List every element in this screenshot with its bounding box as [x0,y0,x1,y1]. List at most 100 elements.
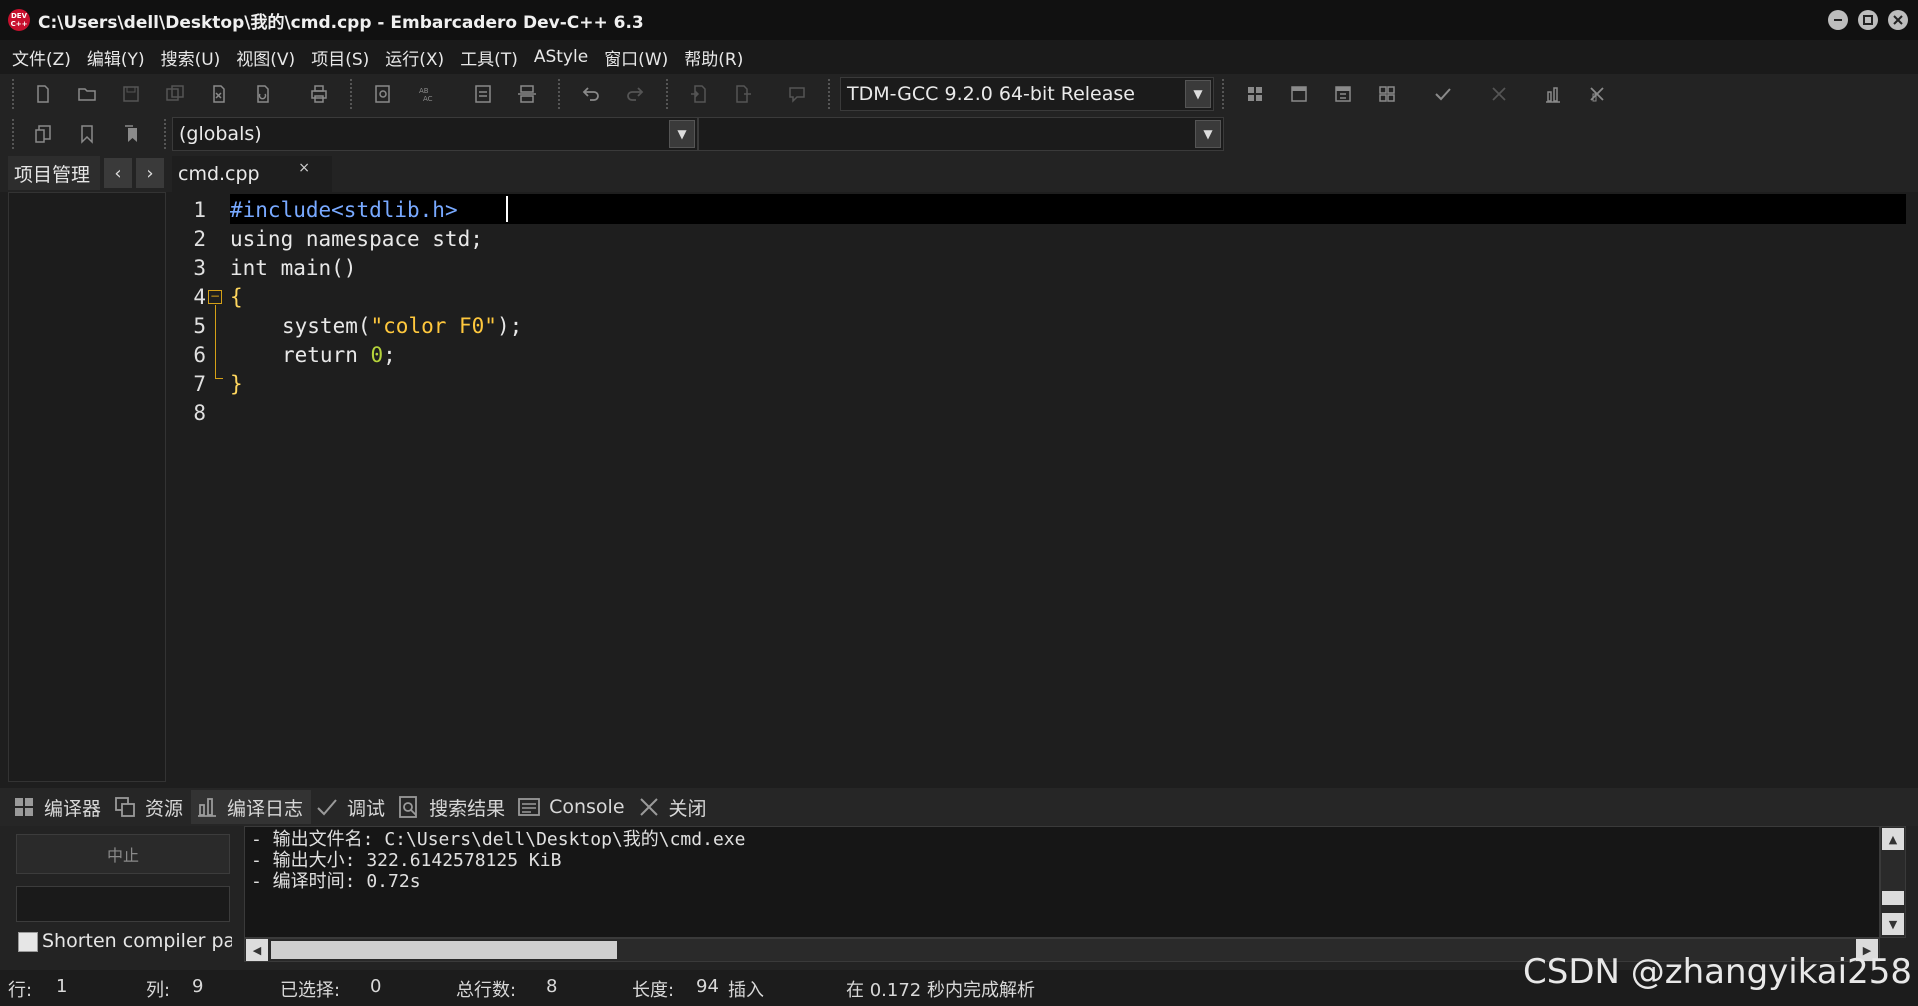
menu-help[interactable]: 帮助(R) [676,45,751,70]
shorten-paths-checkbox[interactable] [18,932,38,952]
tab-project-manager[interactable]: 项目管理 [8,156,100,190]
tab-compile-log[interactable]: 编译日志 [191,790,312,824]
close-file-button[interactable] [202,77,236,111]
menu-edit[interactable]: 编辑(Y) [79,45,153,70]
code-line-5: system("color F0"); [282,314,522,338]
save-button[interactable] [114,77,148,111]
scroll-down-icon[interactable]: ▼ [1882,913,1904,935]
new-file-button[interactable] [26,77,60,111]
compile-log-output[interactable]: - 输出文件名: C:\Users\dell\Desktop\我的\cmd.ex… [244,826,1880,938]
chevron-left-icon[interactable]: ‹ [104,158,132,188]
compile-run-button[interactable] [1326,77,1360,111]
code-line-7: } [230,372,243,396]
run-button[interactable] [1282,77,1316,111]
stop-compile-button[interactable]: 中止 [16,834,230,874]
indent-button[interactable] [466,77,500,111]
print-button[interactable] [302,77,336,111]
scroll-left-icon[interactable]: ◀ [246,939,268,961]
chevron-down-icon[interactable]: ▼ [669,120,695,148]
dev-cpp-logo-icon: DEV C++ [8,9,30,31]
scope-select-value: (globals) [179,123,262,145]
close-tab-icon[interactable]: × [298,160,310,176]
open-button[interactable] [70,77,104,111]
profile-button[interactable] [1536,77,1570,111]
menu-search[interactable]: 搜索(U) [153,45,229,70]
replace-button[interactable]: AB AC [410,77,444,111]
tab-compiler[interactable]: 编译器 [8,790,109,824]
scope-select[interactable]: (globals) ▼ [172,117,698,151]
menu-astyle[interactable]: AStyle [526,47,596,67]
status-parse-message: 在 0.172 秒内完成解析 [846,980,1035,1001]
toolbar-grip[interactable] [1222,79,1226,109]
fold-collapse-icon[interactable]: − [208,290,222,304]
toolbar-grip[interactable] [828,79,832,109]
tab-resources[interactable]: 资源 [109,790,191,824]
log-line: - 输出文件名: C:\Users\dell\Desktop\我的\cmd.ex… [251,829,746,850]
toolbar-grip[interactable] [164,119,168,149]
goto-button[interactable] [26,117,60,151]
code-editor[interactable]: 1 2 3 4 5 6 7 8 − #include<stdlib.h> usi… [172,192,1910,782]
punctuation-token: ; [383,343,396,367]
scroll-thumb[interactable] [271,941,617,959]
toolbar-grip[interactable] [558,79,562,109]
undo-button[interactable] [574,77,608,111]
tab-debug[interactable]: 调试 [311,790,393,824]
syntax-check-button[interactable] [1426,77,1460,111]
compiler-select[interactable]: TDM-GCC 9.2.0 64-bit Release ▼ [840,77,1214,111]
close-window-button[interactable] [1888,10,1908,30]
goto-bookmark-button[interactable] [114,117,148,151]
tab-close-panel[interactable]: 关闭 [633,790,715,824]
scroll-thumb[interactable] [1882,891,1904,905]
remove-from-project-button[interactable] [726,77,760,111]
code-line-4: { [230,285,243,309]
bookmark-icon [81,125,93,144]
comment-button[interactable] [780,77,814,111]
minimize-button[interactable] [1828,10,1848,30]
line-number: 2 [193,227,206,251]
rebuild-all-button[interactable] [1370,77,1404,111]
menu-file[interactable]: 文件(Z) [4,45,79,70]
tab-console[interactable]: Console [513,790,632,824]
save-all-button[interactable] [158,77,192,111]
menu-run[interactable]: 运行(X) [377,45,452,70]
chevron-down-icon[interactable]: ▼ [1185,80,1211,108]
minimize-icon [1834,19,1842,21]
toolbar-grip[interactable] [350,79,354,109]
log-vertical-scrollbar[interactable]: ▲ ▼ [1880,826,1906,938]
toolbar-grip[interactable] [666,79,670,109]
close-all-button[interactable] [246,77,280,111]
redo-button[interactable] [618,77,652,111]
status-total-lines-value: 8 [546,976,558,997]
scroll-up-icon[interactable]: ▲ [1882,828,1904,850]
code-line-6: return 0; [282,343,396,367]
new-file-icon [37,85,49,103]
check-icon [317,799,337,816]
chevron-down-icon[interactable]: ▼ [1195,120,1221,148]
current-line-highlight [230,194,1906,224]
project-panel[interactable] [8,192,166,782]
console-icon [518,798,540,816]
toggle-bookmark-button[interactable] [70,117,104,151]
line-number: 7 [193,372,206,396]
toolbar-grip[interactable] [12,79,16,109]
delete-profile-button[interactable] [1580,77,1614,111]
menu-project[interactable]: 项目(S) [303,45,377,70]
status-col-label: 列: [146,980,171,1001]
folder-icon [78,88,96,101]
split-button[interactable] [510,77,544,111]
toolbar-grip[interactable] [12,119,16,149]
add-to-project-button[interactable] [682,77,716,111]
menu-window[interactable]: 窗口(W) [596,45,676,70]
function-select[interactable]: ▼ [698,117,1224,151]
maximize-button[interactable] [1858,10,1878,30]
chevron-right-icon[interactable]: › [136,158,164,188]
menu-tools[interactable]: 工具(T) [452,45,526,70]
stop-execution-button[interactable] [1482,77,1516,111]
tab-cmd-cpp[interactable]: cmd.cpp × [172,156,332,192]
compile-button[interactable] [1238,77,1272,111]
find-button[interactable] [366,77,400,111]
menu-view[interactable]: 视图(V) [228,45,303,70]
grid-icon [15,798,33,816]
line-number: 3 [193,256,206,280]
tab-search-results[interactable]: 搜索结果 [393,790,513,824]
